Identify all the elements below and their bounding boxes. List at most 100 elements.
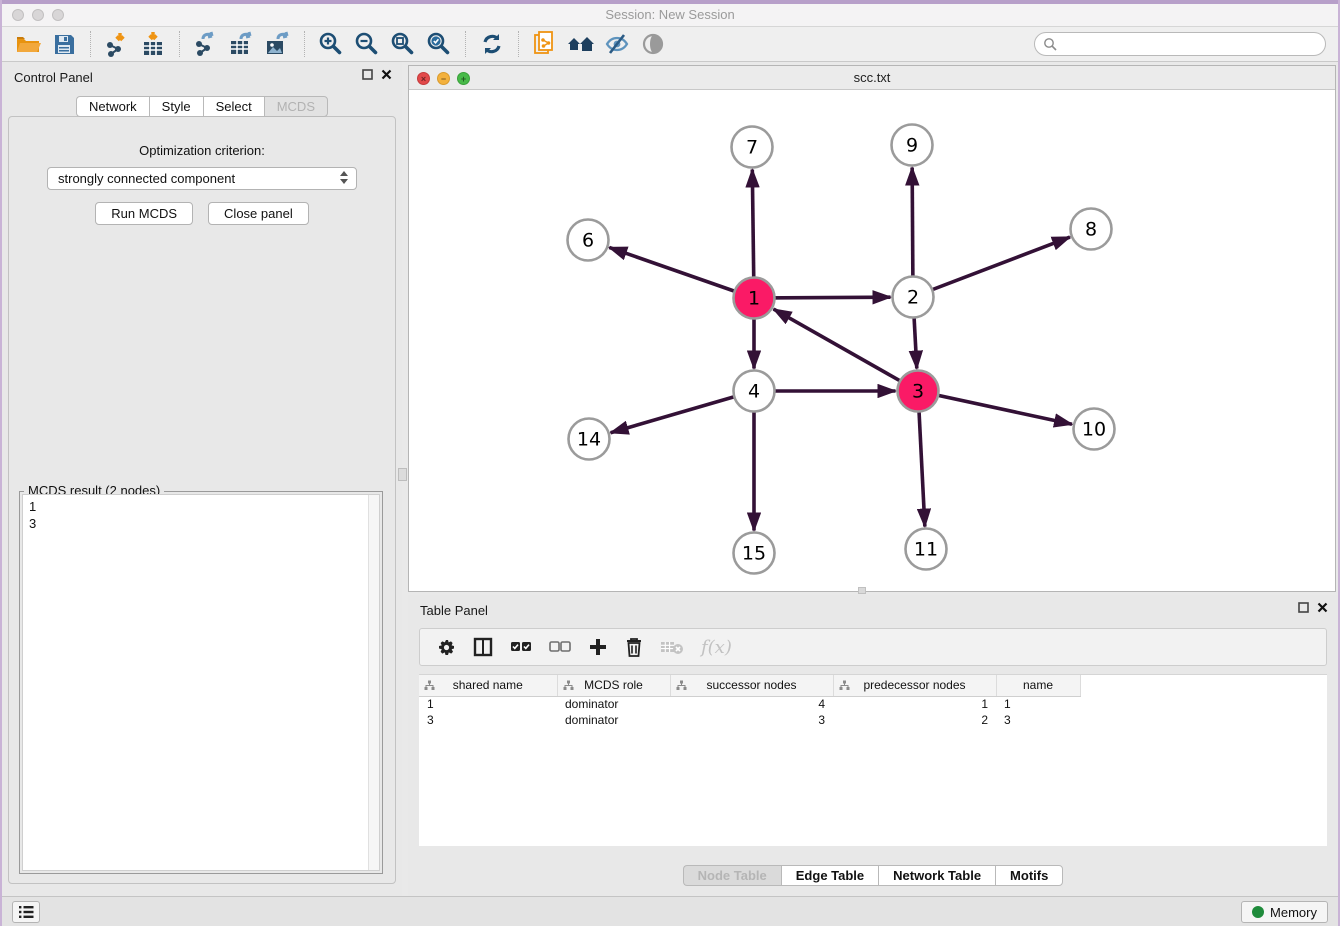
result-scrollbar[interactable]: [368, 495, 379, 870]
table-row[interactable]: 3dominator323: [419, 712, 1080, 728]
tab-mcds[interactable]: MCDS: [264, 96, 328, 117]
node-table: shared nameMCDS rolesuccessor nodesprede…: [419, 674, 1327, 846]
export-image-icon: [265, 31, 291, 57]
memory-button[interactable]: Memory: [1241, 901, 1328, 923]
zoom-in-button[interactable]: [313, 29, 349, 59]
panel-layout-button[interactable]: [473, 637, 493, 657]
import-network-icon: [104, 31, 130, 57]
horizontal-splitter-handle[interactable]: [858, 587, 866, 594]
hide-selected-button[interactable]: [599, 29, 635, 59]
table-row[interactable]: 1dominator411: [419, 696, 1080, 712]
close-panel-button[interactable]: Close panel: [208, 202, 309, 225]
tab-motifs[interactable]: Motifs: [995, 865, 1063, 886]
close-window-icon[interactable]: [12, 9, 24, 21]
delete-table-button[interactable]: [660, 639, 684, 655]
network-canvas[interactable]: 7 9 6 8 1 2 4 3 14 10 15 11: [409, 90, 1335, 591]
home-icon: [566, 32, 596, 56]
graph-edge-3-1[interactable]: [774, 309, 918, 391]
select-all-button[interactable]: [510, 640, 532, 654]
zoom-out-button[interactable]: [349, 29, 385, 59]
graph-edge-2-8[interactable]: [913, 237, 1070, 297]
graph-node-3[interactable]: 3: [898, 371, 939, 412]
window-controls[interactable]: [12, 9, 64, 21]
graph-node-14[interactable]: 14: [569, 419, 610, 460]
close-panel-icon[interactable]: [381, 69, 392, 80]
vertical-splitter-handle[interactable]: [398, 468, 407, 481]
graph-edge-3-10[interactable]: [918, 391, 1072, 424]
tab-node-table[interactable]: Node Table: [683, 865, 781, 886]
delete-table-icon: [660, 639, 684, 655]
new-network-from-selection-button[interactable]: [527, 29, 563, 59]
network-window-titlebar[interactable]: × − + scc.txt: [409, 66, 1335, 90]
tab-network[interactable]: Network: [76, 96, 149, 117]
optimization-criterion-label: Optimization criterion:: [9, 143, 395, 158]
graph-edge-1-6[interactable]: [609, 247, 754, 298]
graph-node-7[interactable]: 7: [732, 127, 773, 168]
maximize-network-icon[interactable]: +: [457, 72, 470, 85]
search-field[interactable]: [1057, 34, 1325, 54]
minimize-window-icon[interactable]: [32, 9, 44, 21]
column-header-shared-name[interactable]: shared name: [419, 675, 557, 696]
graph-node-label: 15: [742, 543, 766, 565]
save-session-button[interactable]: [46, 29, 82, 59]
search-input[interactable]: [1034, 32, 1326, 56]
table-cell: 3: [670, 712, 833, 728]
column-header-predecessor-nodes[interactable]: predecessor nodes: [833, 675, 996, 696]
graph-node-1[interactable]: 1: [734, 278, 775, 319]
tab-network-table[interactable]: Network Table: [878, 865, 995, 886]
open-session-button[interactable]: [10, 29, 46, 59]
graph-node-label: 1: [748, 288, 760, 310]
column-header-MCDS-role[interactable]: MCDS role: [557, 675, 670, 696]
graph-node-9[interactable]: 9: [892, 125, 933, 166]
show-graphics-details-button[interactable]: [635, 29, 671, 59]
graph-node-10[interactable]: 10: [1074, 409, 1115, 450]
add-column-button[interactable]: [588, 637, 608, 657]
graph-node-6[interactable]: 6: [568, 220, 609, 261]
table-settings-button[interactable]: [436, 637, 456, 657]
function-builder-button[interactable]: f(x): [701, 637, 732, 658]
run-mcds-button[interactable]: Run MCDS: [95, 202, 193, 225]
network-overview-button[interactable]: [563, 29, 599, 59]
table-tabs: Node TableEdge TableNetwork TableMotifs: [408, 865, 1338, 886]
graph-node-11[interactable]: 11: [906, 529, 947, 570]
graph-edge-4-14[interactable]: [611, 391, 754, 433]
export-image-button[interactable]: [260, 29, 296, 59]
table-cell: 1: [996, 696, 1080, 712]
tab-style[interactable]: Style: [149, 96, 203, 117]
tab-select[interactable]: Select: [203, 96, 264, 117]
graph-node-4[interactable]: 4: [734, 371, 775, 412]
toolbar-separator: [179, 31, 180, 57]
zoom-selected-button[interactable]: [421, 29, 457, 59]
deselect-all-button[interactable]: [549, 640, 571, 654]
float-panel-icon[interactable]: [362, 69, 373, 80]
import-table-button[interactable]: [135, 29, 171, 59]
column-header-name[interactable]: name: [996, 675, 1080, 696]
refresh-layout-button[interactable]: [474, 29, 510, 59]
network-graph: 7 9 6 8 1 2 4 3 14 10 15 11: [409, 90, 1335, 591]
search-icon: [1043, 37, 1057, 51]
mcds-tab-content: Optimization criterion: strongly connect…: [8, 116, 396, 884]
graph-node-15[interactable]: 15: [734, 533, 775, 574]
tab-edge-table[interactable]: Edge Table: [781, 865, 878, 886]
graph-node-label: 11: [914, 539, 938, 561]
export-network-button[interactable]: [188, 29, 224, 59]
export-table-button[interactable]: [224, 29, 260, 59]
maximize-window-icon[interactable]: [52, 9, 64, 21]
float-panel-icon[interactable]: [1298, 602, 1309, 613]
optimization-criterion-select[interactable]: strongly connected component: [47, 167, 357, 190]
close-panel-icon[interactable]: [1317, 602, 1328, 613]
graph-node-2[interactable]: 2: [893, 277, 934, 318]
task-history-button[interactable]: [12, 901, 40, 923]
delete-column-button[interactable]: [625, 637, 643, 657]
import-network-button[interactable]: [99, 29, 135, 59]
toolbar-separator: [90, 31, 91, 57]
close-network-icon[interactable]: ×: [417, 72, 430, 85]
minimize-network-icon[interactable]: −: [437, 72, 450, 85]
table-cell: 3: [996, 712, 1080, 728]
column-header-successor-nodes[interactable]: successor nodes: [670, 675, 833, 696]
graph-node-8[interactable]: 8: [1071, 209, 1112, 250]
session-title: Session: New Session: [2, 4, 1338, 26]
mcds-result-list[interactable]: 13: [22, 494, 380, 871]
zoom-fit-button[interactable]: [385, 29, 421, 59]
zoom-selected-icon: [426, 31, 452, 57]
